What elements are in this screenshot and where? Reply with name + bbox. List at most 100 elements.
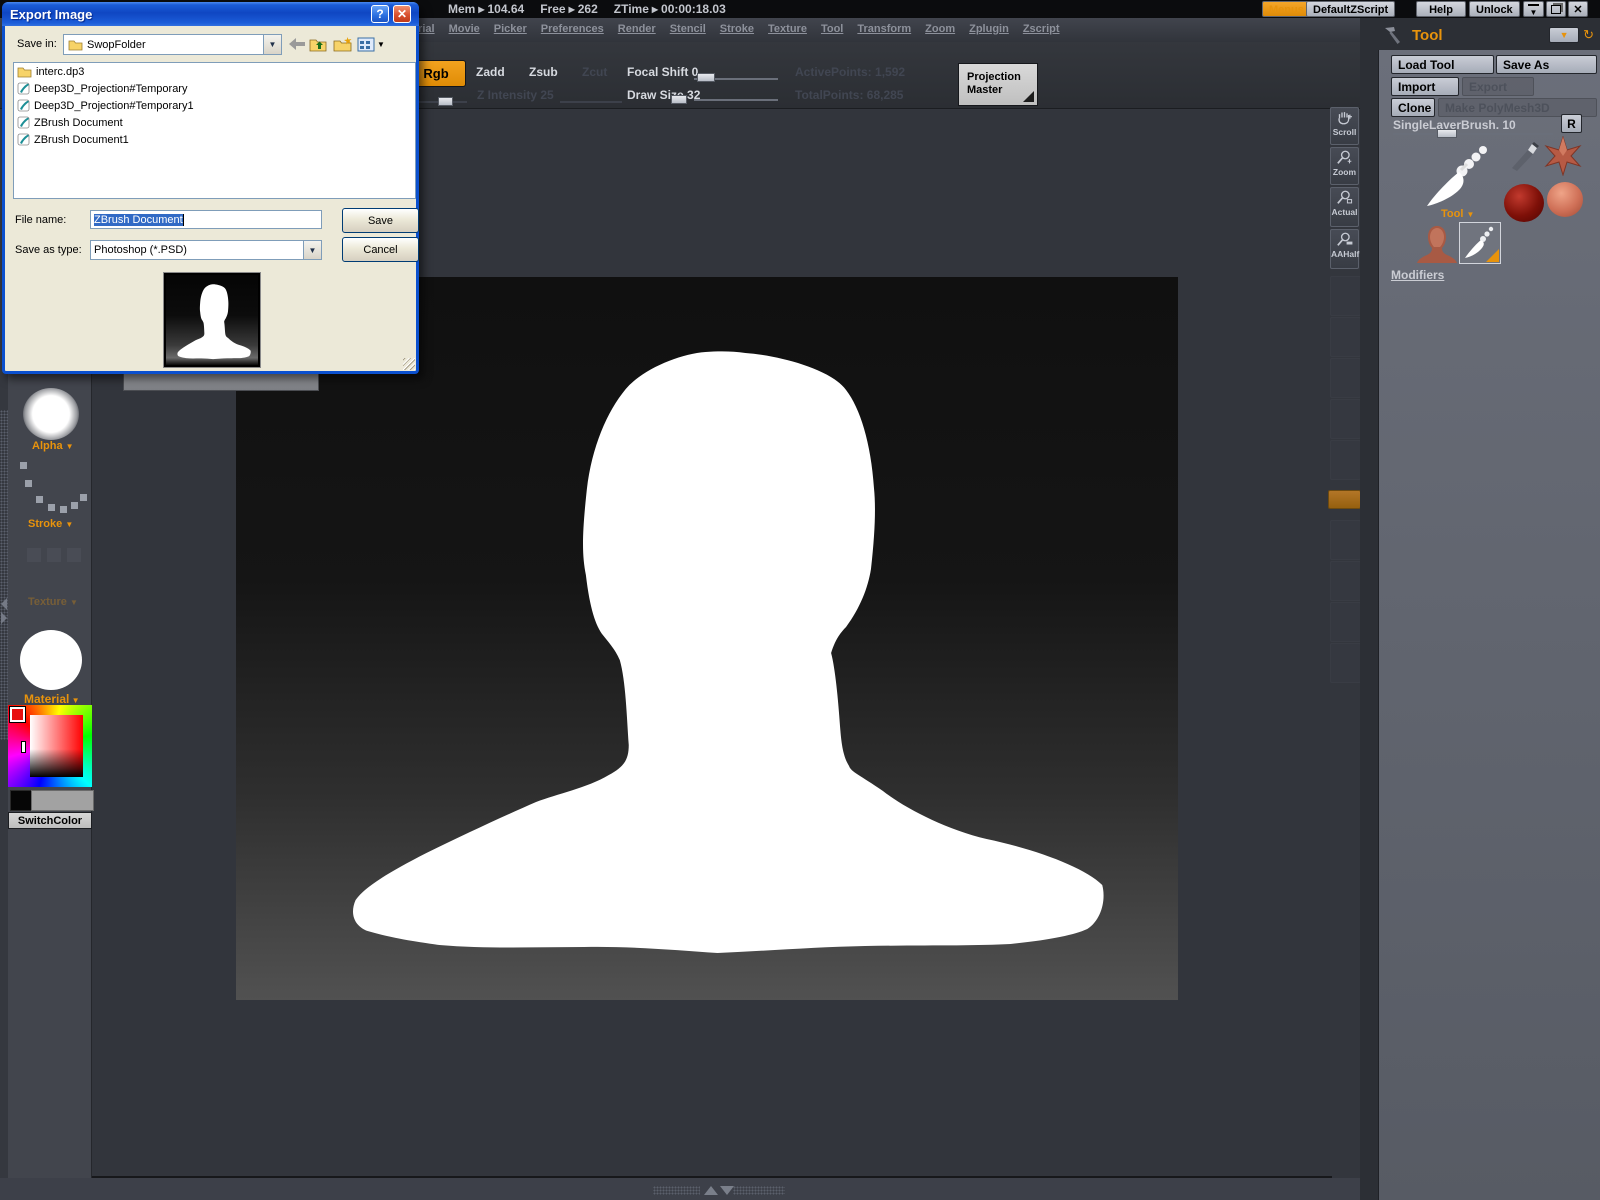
menu-picker[interactable]: Picker bbox=[494, 23, 527, 35]
menu-stroke[interactable]: Stroke bbox=[720, 23, 754, 35]
menu-transform[interactable]: Transform bbox=[857, 23, 911, 35]
menu-zscript[interactable]: Zscript bbox=[1023, 23, 1060, 35]
bust-tool-icon[interactable] bbox=[1415, 224, 1459, 264]
menus-button[interactable]: Menus bbox=[1262, 1, 1311, 17]
back-button[interactable] bbox=[288, 36, 306, 52]
scroll-button[interactable]: Scroll bbox=[1330, 107, 1359, 145]
load-tool-button[interactable]: Load Tool bbox=[1391, 55, 1494, 74]
dialog-help-button[interactable]: ? bbox=[371, 5, 389, 23]
save-in-dropdown-arrow[interactable]: ▼ bbox=[263, 35, 281, 54]
new-folder-button[interactable] bbox=[332, 35, 354, 53]
restore-window-button[interactable] bbox=[1546, 1, 1566, 17]
modifiers-section-header[interactable]: Modifiers bbox=[1391, 268, 1444, 282]
switch-color-button[interactable]: SwitchColor bbox=[8, 812, 92, 829]
panel-menu-button[interactable]: ▼ bbox=[1549, 27, 1579, 43]
actual-button[interactable]: Actual bbox=[1330, 187, 1359, 227]
up-one-level-button[interactable] bbox=[308, 35, 328, 53]
save-in-combobox[interactable]: SwopFolder ▼ bbox=[63, 34, 282, 55]
tray-up-arrow-icon[interactable] bbox=[704, 1186, 718, 1195]
r-button[interactable]: R bbox=[1561, 114, 1582, 133]
secondary-color-swatch[interactable] bbox=[10, 790, 32, 811]
free-stat: Free▶262 bbox=[540, 2, 598, 16]
views-dropdown-arrow: ▼ bbox=[377, 40, 385, 49]
save-as-type-label: Save as type: bbox=[15, 244, 82, 256]
texture-menu[interactable]: Texture ▼ bbox=[28, 596, 78, 608]
help-button[interactable]: Help bbox=[1416, 1, 1466, 17]
menu-preferences[interactable]: Preferences bbox=[541, 23, 604, 35]
file-row[interactable]: Deep3D_Projection#Temporary bbox=[14, 80, 415, 97]
current-tool-preview[interactable] bbox=[1421, 142, 1496, 212]
canvas-document[interactable] bbox=[236, 277, 1178, 1000]
tray-collapse-left-icon[interactable] bbox=[1, 598, 7, 610]
z-intensity-slider-label[interactable]: Z Intensity 25 bbox=[477, 88, 554, 102]
draw-size-handle[interactable] bbox=[671, 95, 687, 104]
tool-selector-menu[interactable]: Tool ▼ bbox=[1441, 208, 1474, 220]
active-orange-shelf-button[interactable] bbox=[1328, 490, 1361, 509]
save-as-button[interactable]: Save As bbox=[1496, 55, 1597, 74]
default-zscript-button[interactable]: DefaultZScript bbox=[1306, 1, 1395, 17]
aahalf-button[interactable]: AAHalf bbox=[1330, 229, 1359, 269]
sphere3d-tool-icon[interactable] bbox=[1547, 182, 1583, 217]
bottom-scroll-texture-left[interactable] bbox=[653, 1186, 700, 1195]
dialog-titlebar[interactable]: Export Image bbox=[2, 2, 419, 26]
focal-shift-slider-label[interactable]: Focal Shift 0 bbox=[627, 65, 698, 79]
star3d-tool-icon[interactable] bbox=[1543, 136, 1583, 176]
alpha-preview[interactable] bbox=[23, 388, 79, 440]
gray-color-swatch[interactable] bbox=[31, 790, 94, 811]
draw-size-slider-label[interactable]: Draw Size 32 bbox=[627, 88, 700, 102]
save-button[interactable]: Save bbox=[342, 208, 419, 233]
file-row[interactable]: ZBrush Document bbox=[14, 114, 415, 131]
brush-slider-track[interactable] bbox=[1393, 133, 1553, 135]
color-picker-cursor[interactable] bbox=[21, 741, 26, 753]
zcut-button[interactable]: Zcut bbox=[582, 65, 607, 79]
menu-movie[interactable]: Movie bbox=[449, 23, 480, 35]
zsub-button[interactable]: Zsub bbox=[529, 65, 558, 79]
draw-size-track[interactable] bbox=[694, 99, 778, 101]
view-menu-button[interactable]: ▼ bbox=[356, 35, 386, 53]
tray-down-arrow-icon[interactable] bbox=[720, 1186, 734, 1195]
material-menu[interactable]: Material ▼ bbox=[24, 692, 80, 706]
color-picker-sv-square[interactable] bbox=[30, 715, 83, 777]
alpha-menu[interactable]: Alpha ▼ bbox=[32, 440, 74, 452]
save-type-dropdown-arrow[interactable]: ▼ bbox=[303, 241, 321, 259]
menu-zoom[interactable]: Zoom bbox=[925, 23, 955, 35]
menu-texture[interactable]: Texture bbox=[768, 23, 807, 35]
save-as-type-combobox[interactable]: Photoshop (*.PSD) ▼ bbox=[90, 240, 322, 260]
menu-zplugin[interactable]: Zplugin bbox=[969, 23, 1009, 35]
dialog-resize-grip[interactable] bbox=[403, 358, 415, 370]
unlock-button[interactable]: Unlock bbox=[1469, 1, 1520, 17]
simple-brush-tool-icon[interactable] bbox=[1506, 140, 1540, 174]
material-preview[interactable] bbox=[20, 630, 82, 690]
rgb-intensity-handle[interactable] bbox=[438, 97, 453, 106]
selected-tool-tile[interactable] bbox=[1459, 222, 1501, 264]
color-picker-hue-ring[interactable] bbox=[8, 705, 92, 787]
file-name-input[interactable]: ZBrush Document bbox=[90, 210, 322, 229]
current-color-swatch[interactable] bbox=[10, 707, 25, 722]
shrink-window-button[interactable]: ▼ bbox=[1523, 1, 1544, 17]
focal-shift-handle[interactable] bbox=[697, 73, 715, 82]
brush-slider-handle[interactable] bbox=[1437, 129, 1457, 138]
cancel-button[interactable]: Cancel bbox=[342, 237, 419, 262]
tray-expand-right-icon[interactable] bbox=[1, 612, 7, 624]
import-button[interactable]: Import bbox=[1391, 77, 1459, 96]
menu-tool[interactable]: Tool bbox=[821, 23, 843, 35]
file-name-label: File name: bbox=[15, 214, 66, 226]
projection-master-button[interactable]: Projection Master bbox=[958, 63, 1038, 106]
sphere-tool-icon[interactable] bbox=[1504, 184, 1544, 222]
zadd-button[interactable]: Zadd bbox=[476, 65, 505, 79]
clone-button[interactable]: Clone bbox=[1391, 98, 1435, 117]
bottom-scroll-texture-right[interactable] bbox=[733, 1186, 785, 1195]
zoom-button[interactable]: Zoom bbox=[1330, 147, 1359, 185]
file-list[interactable]: interc.dp3 Deep3D_Projection#Temporary D… bbox=[13, 62, 416, 199]
panel-pin-icon[interactable]: ↻ bbox=[1583, 27, 1594, 43]
stroke-menu[interactable]: Stroke ▼ bbox=[28, 518, 73, 530]
file-row-folder[interactable]: interc.dp3 bbox=[14, 63, 415, 80]
file-row[interactable]: Deep3D_Projection#Temporary1 bbox=[14, 97, 415, 114]
file-row[interactable]: ZBrush Document1 bbox=[14, 131, 415, 148]
menu-stencil[interactable]: Stencil bbox=[670, 23, 706, 35]
dialog-close-button[interactable]: ✕ bbox=[393, 5, 411, 23]
z-intensity-track[interactable] bbox=[560, 101, 622, 103]
menu-render[interactable]: Render bbox=[618, 23, 656, 35]
export-button[interactable]: Export bbox=[1462, 77, 1534, 96]
close-window-button[interactable]: ✕ bbox=[1568, 1, 1588, 17]
